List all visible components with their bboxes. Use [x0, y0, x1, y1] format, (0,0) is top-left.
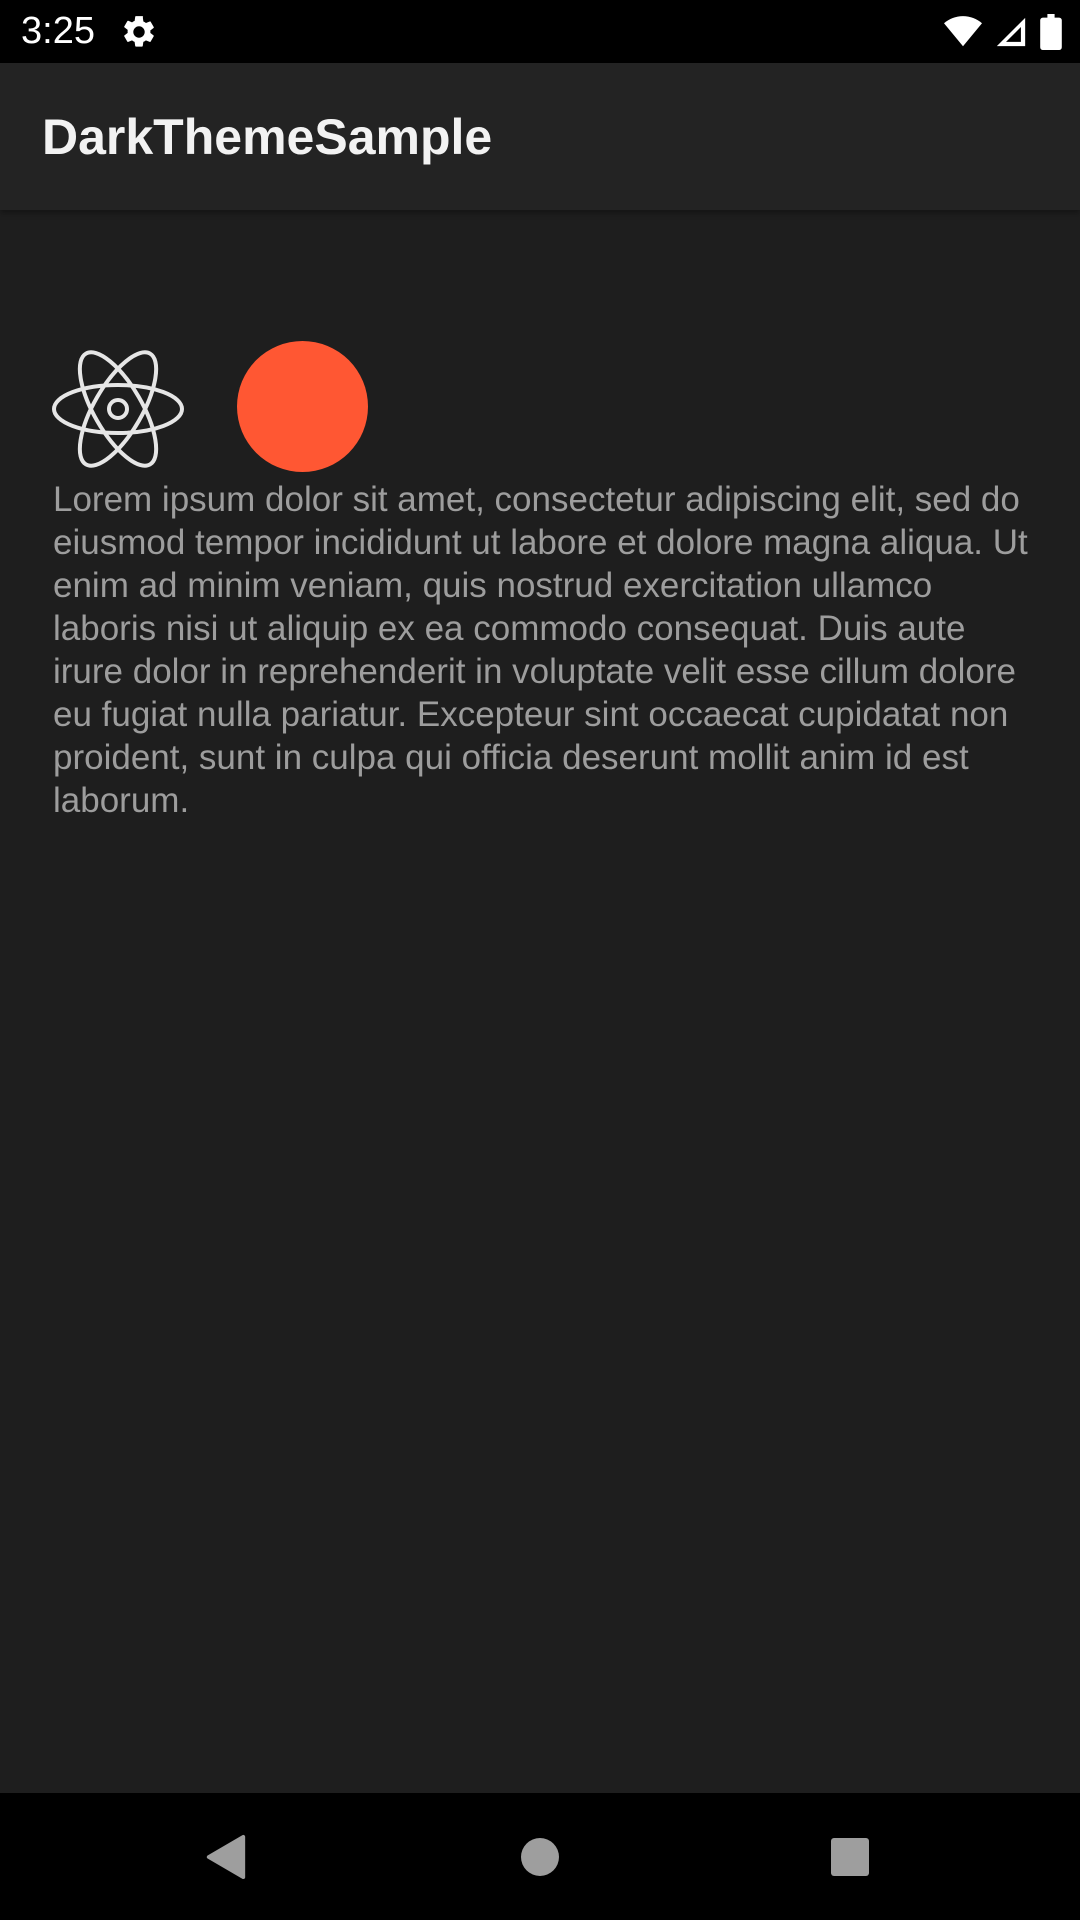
home-button[interactable]	[510, 1827, 570, 1887]
settings-icon	[124, 16, 154, 47]
home-icon	[521, 1838, 559, 1876]
back-icon	[206, 1834, 246, 1880]
orange-circle	[237, 341, 368, 472]
recents-icon	[831, 1838, 869, 1876]
app-bar: DarkThemeSample	[0, 63, 1080, 210]
wifi-icon	[944, 16, 982, 47]
back-button[interactable]	[196, 1827, 256, 1887]
cell-signal-icon	[996, 17, 1026, 47]
lorem-paragraph: Lorem ipsum dolor sit amet, consectetur …	[53, 480, 1028, 820]
status-bar: 3:25	[0, 0, 1080, 63]
main-content: Lorem ipsum dolor sit amet, consectetur …	[0, 210, 1080, 1793]
battery-icon	[1040, 14, 1062, 50]
recents-button[interactable]	[820, 1827, 880, 1887]
status-time: 3:25	[21, 10, 95, 52]
app-title: DarkThemeSample	[42, 109, 493, 165]
status-icons	[944, 12, 1062, 52]
navigation-bar	[0, 1793, 1080, 1920]
screen: 3:25 DarkThemeSample Lorem ipsum dolor s…	[0, 0, 1080, 1920]
atom-icon	[52, 350, 184, 468]
